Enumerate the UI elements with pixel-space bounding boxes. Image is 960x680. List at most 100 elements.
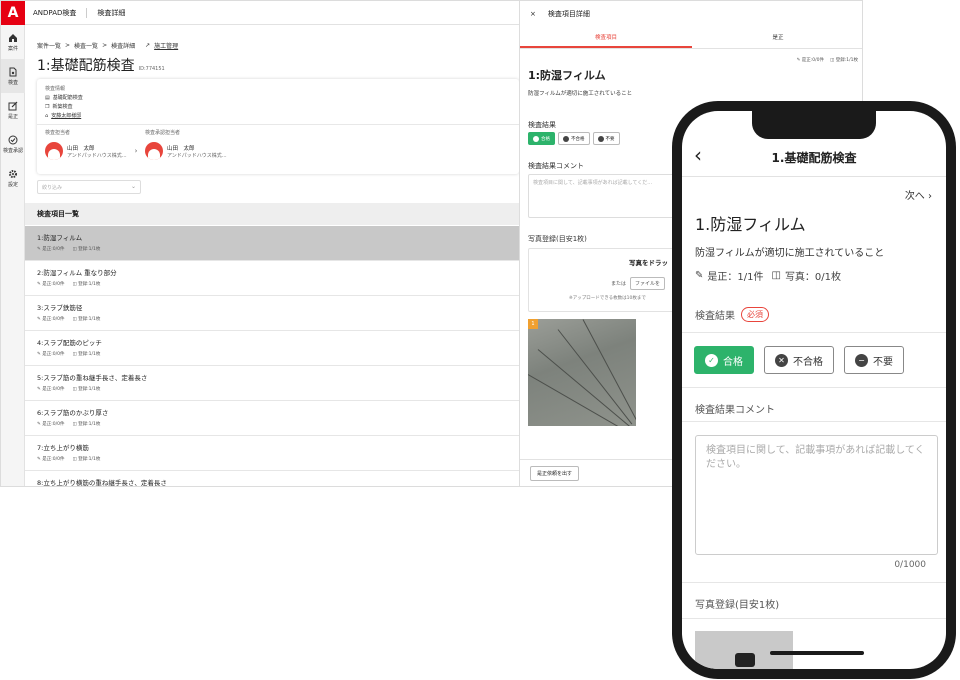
tab-inspection-item[interactable]: 検査項目	[520, 27, 692, 48]
mobile-result-buttons: ✓ 合格 ✕ 不合格 − 不要	[694, 346, 904, 374]
x-circle-icon	[563, 135, 569, 142]
rail-item-label: 是正	[7, 113, 18, 120]
info-category: ❐ 新築検査	[45, 103, 73, 111]
main-content: 案件一覧 > 検査一覧 > 検査詳細 ↗ 施工管理 1:基礎配筋検査 ID:77…	[25, 25, 519, 486]
rail-item-approval[interactable]: 検査承認	[1, 127, 25, 161]
breadcrumb-separator: >	[102, 42, 108, 49]
camera-icon: ◫ 登録:1/1枚	[72, 457, 101, 462]
rail-item-projects[interactable]: 案件	[1, 25, 25, 59]
rail-item-correction[interactable]: 是正	[1, 93, 25, 127]
next-button[interactable]: 次へ ›	[905, 187, 932, 202]
filter-select[interactable]: 絞り込み ⌄	[37, 180, 141, 194]
close-icon[interactable]: ×	[530, 10, 536, 18]
rail-item-settings[interactable]: 設定	[1, 161, 25, 195]
edit-icon: ✎ 是正:0/0件	[37, 317, 65, 322]
mobile-fail-label: 不合格	[793, 356, 823, 368]
table-row[interactable]: 7:立ち上がり横筋 ✎ 是正:0/0件 ◫ 登録:1/1枚	[25, 436, 519, 471]
row-meta: ✎ 是正:0/0件 ◫ 登録:1/1枚	[37, 421, 507, 427]
panel-result-label: 検査結果	[528, 121, 556, 129]
info-type: ▤ 基礎配筋検査	[45, 94, 83, 102]
document-icon	[9, 67, 17, 76]
construction-management-link[interactable]: 施工管理	[154, 41, 178, 50]
brand-name: ANDPAD検査	[33, 8, 77, 17]
chevron-right-icon: ›	[134, 147, 138, 155]
inspector-person[interactable]: 山田 太郎 アンドパッドハウス株式... ›	[45, 142, 137, 160]
edit-icon: ✎	[695, 270, 704, 281]
row-meta: ✎ 是正:0/0件 ◫ 登録:1/1枚	[37, 386, 507, 392]
edit-icon	[8, 101, 18, 110]
pass-button[interactable]: 合格	[528, 132, 555, 145]
mobile-photo-label: 写真登録(目安1枚)	[695, 600, 780, 611]
fix-count: 是正：1/1件	[707, 272, 764, 283]
avatar	[145, 142, 163, 160]
row-meta: ✎ 是正:0/0件 ◫ 登録:1/1枚	[37, 351, 507, 357]
panel-comment-label: 検査結果コメント	[528, 162, 584, 170]
row-title: 8:立ち上がり横筋の重ね継手長さ、定着長さ	[37, 479, 167, 487]
x-circle-icon: ✕	[775, 353, 788, 367]
unnecessary-label: 不要	[605, 136, 615, 142]
divider	[682, 582, 946, 583]
breadcrumb: 案件一覧 > 検査一覧 > 検査詳細 ↗ 施工管理	[37, 41, 178, 50]
edit-icon: ✎ 是正:0/0件	[37, 282, 65, 287]
mobile-fail-button[interactable]: ✕ 不合格	[764, 346, 834, 374]
chevron-right-icon: ›	[928, 191, 932, 202]
fix-request-button[interactable]: 是正依頼を出す	[530, 466, 580, 481]
inspector-block: 検査担当者 山田 太郎 アンドパッドハウス株式... ›	[45, 129, 137, 160]
minus-circle-icon: −	[855, 353, 868, 367]
fail-button[interactable]: 不合格	[558, 132, 590, 145]
unnecessary-button[interactable]: 不要	[592, 132, 620, 145]
panel-title: 検査項目詳細	[547, 10, 590, 18]
table-row[interactable]: 6:スラブ筋のかぶり厚さ ✎ 是正:0/0件 ◫ 登録:1/1枚	[25, 401, 519, 436]
row-title: 5:スラブ筋の重ね継手長さ、定着長さ	[37, 374, 148, 382]
home-icon	[9, 33, 17, 42]
table-row[interactable]: 2:防湿フィルム 重なり部分 ✎ 是正:0/0件 ◫ 登録:1/1枚	[25, 261, 519, 296]
page-title: 1:基礎配筋検査	[37, 58, 135, 74]
panel-photo-label: 写真登録(目安1枚)	[528, 235, 587, 243]
mobile-pass-button[interactable]: ✓ 合格	[694, 346, 754, 374]
inspector-org: アンドパッドハウス株式...	[67, 152, 127, 159]
add-photo-button[interactable]	[695, 631, 793, 669]
mobile-unnecessary-button[interactable]: − 不要	[844, 346, 904, 374]
home-indicator	[770, 651, 864, 655]
breadcrumb-item[interactable]: 案件一覧	[37, 41, 61, 50]
info-type-label: 基礎配筋検査	[52, 95, 83, 101]
table-row[interactable]: 8:立ち上がり横筋の重ね継手長さ、定着長さ	[25, 471, 519, 487]
table-row[interactable]: 3:スラブ鉄筋径 ✎ 是正:0/0件 ◫ 登録:1/1枚	[25, 296, 519, 331]
camera-icon: ◫ 登録:1/1枚	[72, 387, 101, 392]
panel-result-buttons: 合格 不合格 不要	[528, 132, 620, 145]
approver-block: 検査承認担当者 山田 太郎 アンドパッドハウス株式...	[145, 129, 227, 160]
file-select-button[interactable]: ファイルを	[630, 277, 666, 290]
external-link-icon: ↗	[145, 42, 151, 49]
table-row[interactable]: 5:スラブ筋の重ね継手長さ、定着長さ ✎ 是正:0/0件 ◫ 登録:1/1枚	[25, 366, 519, 401]
mobile-item-title: 1.防湿フィルム	[695, 215, 806, 234]
rail-item-inspection[interactable]: 検査	[1, 59, 25, 93]
rail-item-label: 検査承認	[2, 147, 23, 154]
breadcrumb-item[interactable]: 検査一覧	[74, 41, 98, 50]
edit-icon: ✎ 是正:0/0件	[37, 352, 65, 357]
top-title: 検査詳細	[97, 8, 126, 17]
panel-counts: ✎ 是正:0/0件 ◫ 登録:1/1枚	[797, 57, 858, 63]
tab-correction[interactable]: 是正	[692, 27, 862, 48]
edit-icon: ✎ 是正:0/0件	[37, 247, 65, 252]
edit-icon: ✎ 是正:0/0件	[37, 387, 65, 392]
info-project[interactable]: ⌂ 安藤太郎様邸	[45, 112, 81, 120]
camera-icon	[735, 653, 755, 667]
check-circle-icon	[533, 135, 539, 142]
rail-item-label: 設定	[7, 181, 18, 188]
mobile-comment-input[interactable]: 検査項目に関して、記載事項があれば記載してください。	[695, 435, 938, 555]
table-row[interactable]: 4:スラブ配筋のピッチ ✎ 是正:0/0件 ◫ 登録:1/1枚	[25, 331, 519, 366]
inspection-photo[interactable]: 1	[528, 319, 636, 426]
page-id: ID:774151	[138, 66, 165, 72]
table-row[interactable]: 1:防湿フィルム ✎ 是正:0/0件 ◫ 登録:1/1枚	[25, 226, 519, 261]
mobile-pass-label: 合格	[723, 356, 743, 368]
next-label: 次へ	[904, 191, 925, 202]
drop-note: ※アップロードできる枚数は10枚まで	[569, 296, 646, 301]
panel-item-title: 1:防湿フィルム	[528, 69, 606, 82]
divider	[682, 387, 946, 388]
row-meta: ✎ 是正:0/0件 ◫ 登録:1/1枚	[37, 316, 507, 322]
approver-label: 検査承認担当者	[145, 130, 181, 136]
approver-person[interactable]: 山田 太郎 アンドパッドハウス株式...	[145, 142, 227, 160]
info-category-label: 新築検査	[52, 104, 73, 110]
info-project-link[interactable]: 安藤太郎様邸	[51, 112, 81, 119]
inspector-name: 山田 太郎	[67, 145, 95, 152]
